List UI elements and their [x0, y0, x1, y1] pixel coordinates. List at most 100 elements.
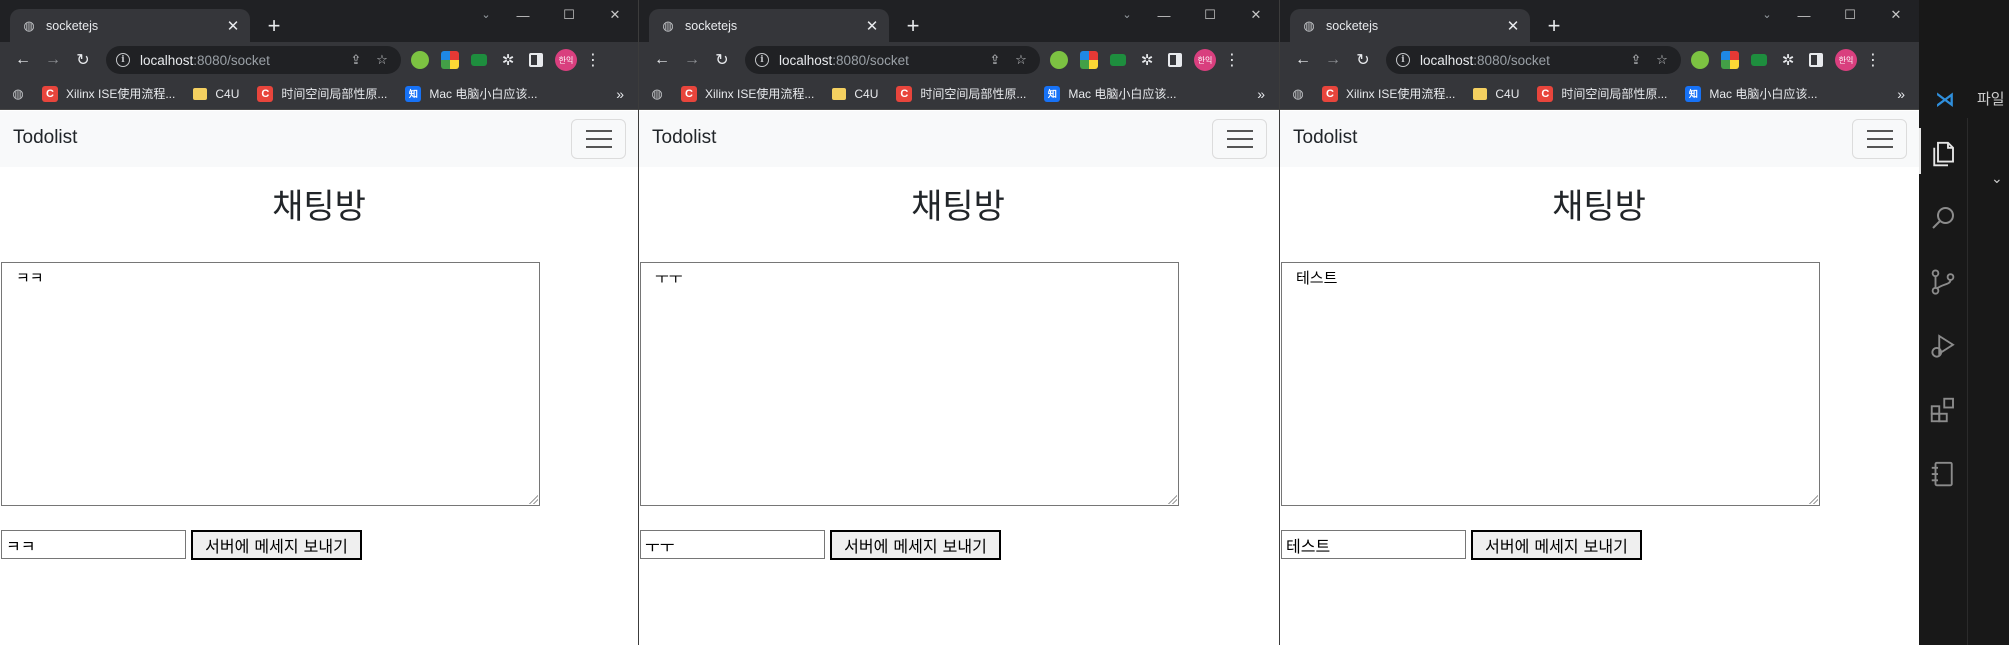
navbar-brand[interactable]: Todolist [1293, 127, 1357, 149]
extension-card-icon[interactable] [1110, 54, 1126, 66]
notebook-icon[interactable] [1919, 442, 1967, 506]
bookmark-item[interactable]: C Xilinx ISE使用流程... [42, 85, 175, 102]
tab-search-icon[interactable]: ⌄ [476, 6, 496, 22]
bookmark-item[interactable]: C 时间空间局部性原... [1537, 85, 1667, 102]
source-control-icon[interactable] [1919, 250, 1967, 314]
message-input[interactable]: 테스트 [1281, 530, 1466, 559]
extensions-puzzle-icon[interactable]: ✲ [499, 51, 517, 69]
side-panel-icon[interactable] [529, 53, 543, 67]
reload-icon[interactable]: ↻ [1348, 46, 1378, 74]
browser-tab[interactable]: ◍ socketejs ✕ [649, 9, 889, 42]
forward-icon[interactable]: → [677, 46, 707, 74]
profile-avatar[interactable]: 한익 [555, 49, 577, 71]
site-info-icon[interactable]: i [116, 53, 130, 67]
profile-avatar[interactable]: 한익 [1835, 49, 1857, 71]
resize-grip-icon[interactable] [528, 494, 538, 504]
bookmark-item[interactable]: 知 Mac 电脑小白应该... [1044, 85, 1176, 102]
maximize-icon[interactable]: ☐ [1827, 0, 1873, 30]
reload-icon[interactable]: ↻ [68, 46, 98, 74]
close-window-icon[interactable]: ✕ [1233, 0, 1279, 30]
tab-search-icon[interactable]: ⌄ [1757, 6, 1777, 22]
send-message-button[interactable]: 서버에 메세지 보내기 [830, 530, 1001, 560]
back-icon[interactable]: ← [1288, 46, 1318, 74]
navbar-toggler-button[interactable] [1852, 119, 1907, 159]
extension-card-icon[interactable] [1751, 54, 1767, 66]
maximize-icon[interactable]: ☐ [546, 0, 592, 30]
bookmark-item[interactable]: C4U [193, 87, 239, 101]
more-bookmarks-icon[interactable]: » [1257, 86, 1265, 102]
navbar-brand[interactable]: Todolist [13, 127, 77, 149]
navbar-toggler-button[interactable] [571, 119, 626, 159]
minimize-icon[interactable]: — [1781, 0, 1827, 30]
extension-colorgrid-icon[interactable] [1080, 51, 1098, 69]
extension-green-icon[interactable] [1691, 51, 1709, 69]
globe-icon[interactable]: ◍ [649, 86, 665, 102]
site-info-icon[interactable]: i [755, 53, 769, 67]
more-menu-icon[interactable]: ⋮ [585, 50, 601, 70]
profile-avatar[interactable]: 한익 [1194, 49, 1216, 71]
minimize-icon[interactable]: — [500, 0, 546, 30]
extension-colorgrid-icon[interactable] [1721, 51, 1739, 69]
tab-search-icon[interactable]: ⌄ [1117, 6, 1137, 22]
extension-colorgrid-icon[interactable] [441, 51, 459, 69]
chat-log-textarea[interactable]: ㅋㅋ [1, 262, 540, 506]
chat-log-textarea[interactable]: 테스트 [1281, 262, 1820, 506]
chat-log-textarea[interactable]: ㅜㅜ [640, 262, 1179, 506]
more-menu-icon[interactable]: ⋮ [1224, 50, 1240, 70]
navbar-brand[interactable]: Todolist [652, 127, 716, 149]
browser-tab[interactable]: ◍ socketejs ✕ [1290, 9, 1530, 42]
forward-icon[interactable]: → [38, 46, 68, 74]
more-menu-icon[interactable]: ⋮ [1865, 50, 1881, 70]
chevron-down-icon[interactable]: ⌄ [1991, 170, 2003, 187]
resize-grip-icon[interactable] [1808, 494, 1818, 504]
globe-icon[interactable]: ◍ [1290, 86, 1306, 102]
bookmark-item[interactable]: C 时间空间局部性原... [896, 85, 1026, 102]
search-icon[interactable] [1919, 186, 1967, 250]
close-tab-icon[interactable]: ✕ [1504, 17, 1522, 35]
minimize-icon[interactable]: — [1141, 0, 1187, 30]
maximize-icon[interactable]: ☐ [1187, 0, 1233, 30]
address-bar[interactable]: i localhost:8080/socket ⇪ ☆ [106, 46, 401, 74]
share-icon[interactable]: ⇪ [1625, 49, 1647, 71]
bookmark-item[interactable]: C Xilinx ISE使用流程... [681, 85, 814, 102]
close-window-icon[interactable]: ✕ [1873, 0, 1919, 30]
run-debug-icon[interactable] [1919, 314, 1967, 378]
more-bookmarks-icon[interactable]: » [616, 86, 624, 102]
new-tab-button[interactable]: + [1542, 14, 1566, 38]
bookmark-star-icon[interactable]: ☆ [1651, 49, 1673, 71]
explorer-icon[interactable] [1919, 122, 1967, 186]
globe-icon[interactable]: ◍ [10, 86, 26, 102]
side-panel-icon[interactable] [1168, 53, 1182, 67]
bookmark-item[interactable]: C Xilinx ISE使用流程... [1322, 85, 1455, 102]
bookmark-item[interactable]: 知 Mac 电脑小白应该... [405, 85, 537, 102]
bookmark-item[interactable]: C4U [1473, 87, 1519, 101]
close-window-icon[interactable]: ✕ [592, 0, 638, 30]
share-icon[interactable]: ⇪ [345, 49, 367, 71]
forward-icon[interactable]: → [1318, 46, 1348, 74]
bookmark-star-icon[interactable]: ☆ [1010, 49, 1032, 71]
address-bar[interactable]: i localhost:8080/socket ⇪ ☆ [745, 46, 1040, 74]
browser-tab[interactable]: ◍ socketejs ✕ [10, 9, 250, 42]
back-icon[interactable]: ← [647, 46, 677, 74]
extension-card-icon[interactable] [471, 54, 487, 66]
extension-green-icon[interactable] [411, 51, 429, 69]
extension-green-icon[interactable] [1050, 51, 1068, 69]
site-info-icon[interactable]: i [1396, 53, 1410, 67]
resize-grip-icon[interactable] [1167, 494, 1177, 504]
extensions-puzzle-icon[interactable]: ✲ [1779, 51, 1797, 69]
back-icon[interactable]: ← [8, 46, 38, 74]
bookmark-item[interactable]: C4U [832, 87, 878, 101]
send-message-button[interactable]: 서버에 메세지 보내기 [1471, 530, 1642, 560]
vscode-menu-file[interactable]: 파일 [1977, 88, 2005, 109]
bookmark-item[interactable]: C 时间空间局部性原... [257, 85, 387, 102]
navbar-toggler-button[interactable] [1212, 119, 1267, 159]
extensions-puzzle-icon[interactable]: ✲ [1138, 51, 1156, 69]
new-tab-button[interactable]: + [262, 14, 286, 38]
address-bar[interactable]: i localhost:8080/socket ⇪ ☆ [1386, 46, 1681, 74]
bookmark-star-icon[interactable]: ☆ [371, 49, 393, 71]
bookmark-item[interactable]: 知 Mac 电脑小白应该... [1685, 85, 1817, 102]
close-tab-icon[interactable]: ✕ [224, 17, 242, 35]
close-tab-icon[interactable]: ✕ [863, 17, 881, 35]
extensions-icon[interactable] [1919, 378, 1967, 442]
message-input[interactable]: ㅜㅜ [640, 530, 825, 559]
